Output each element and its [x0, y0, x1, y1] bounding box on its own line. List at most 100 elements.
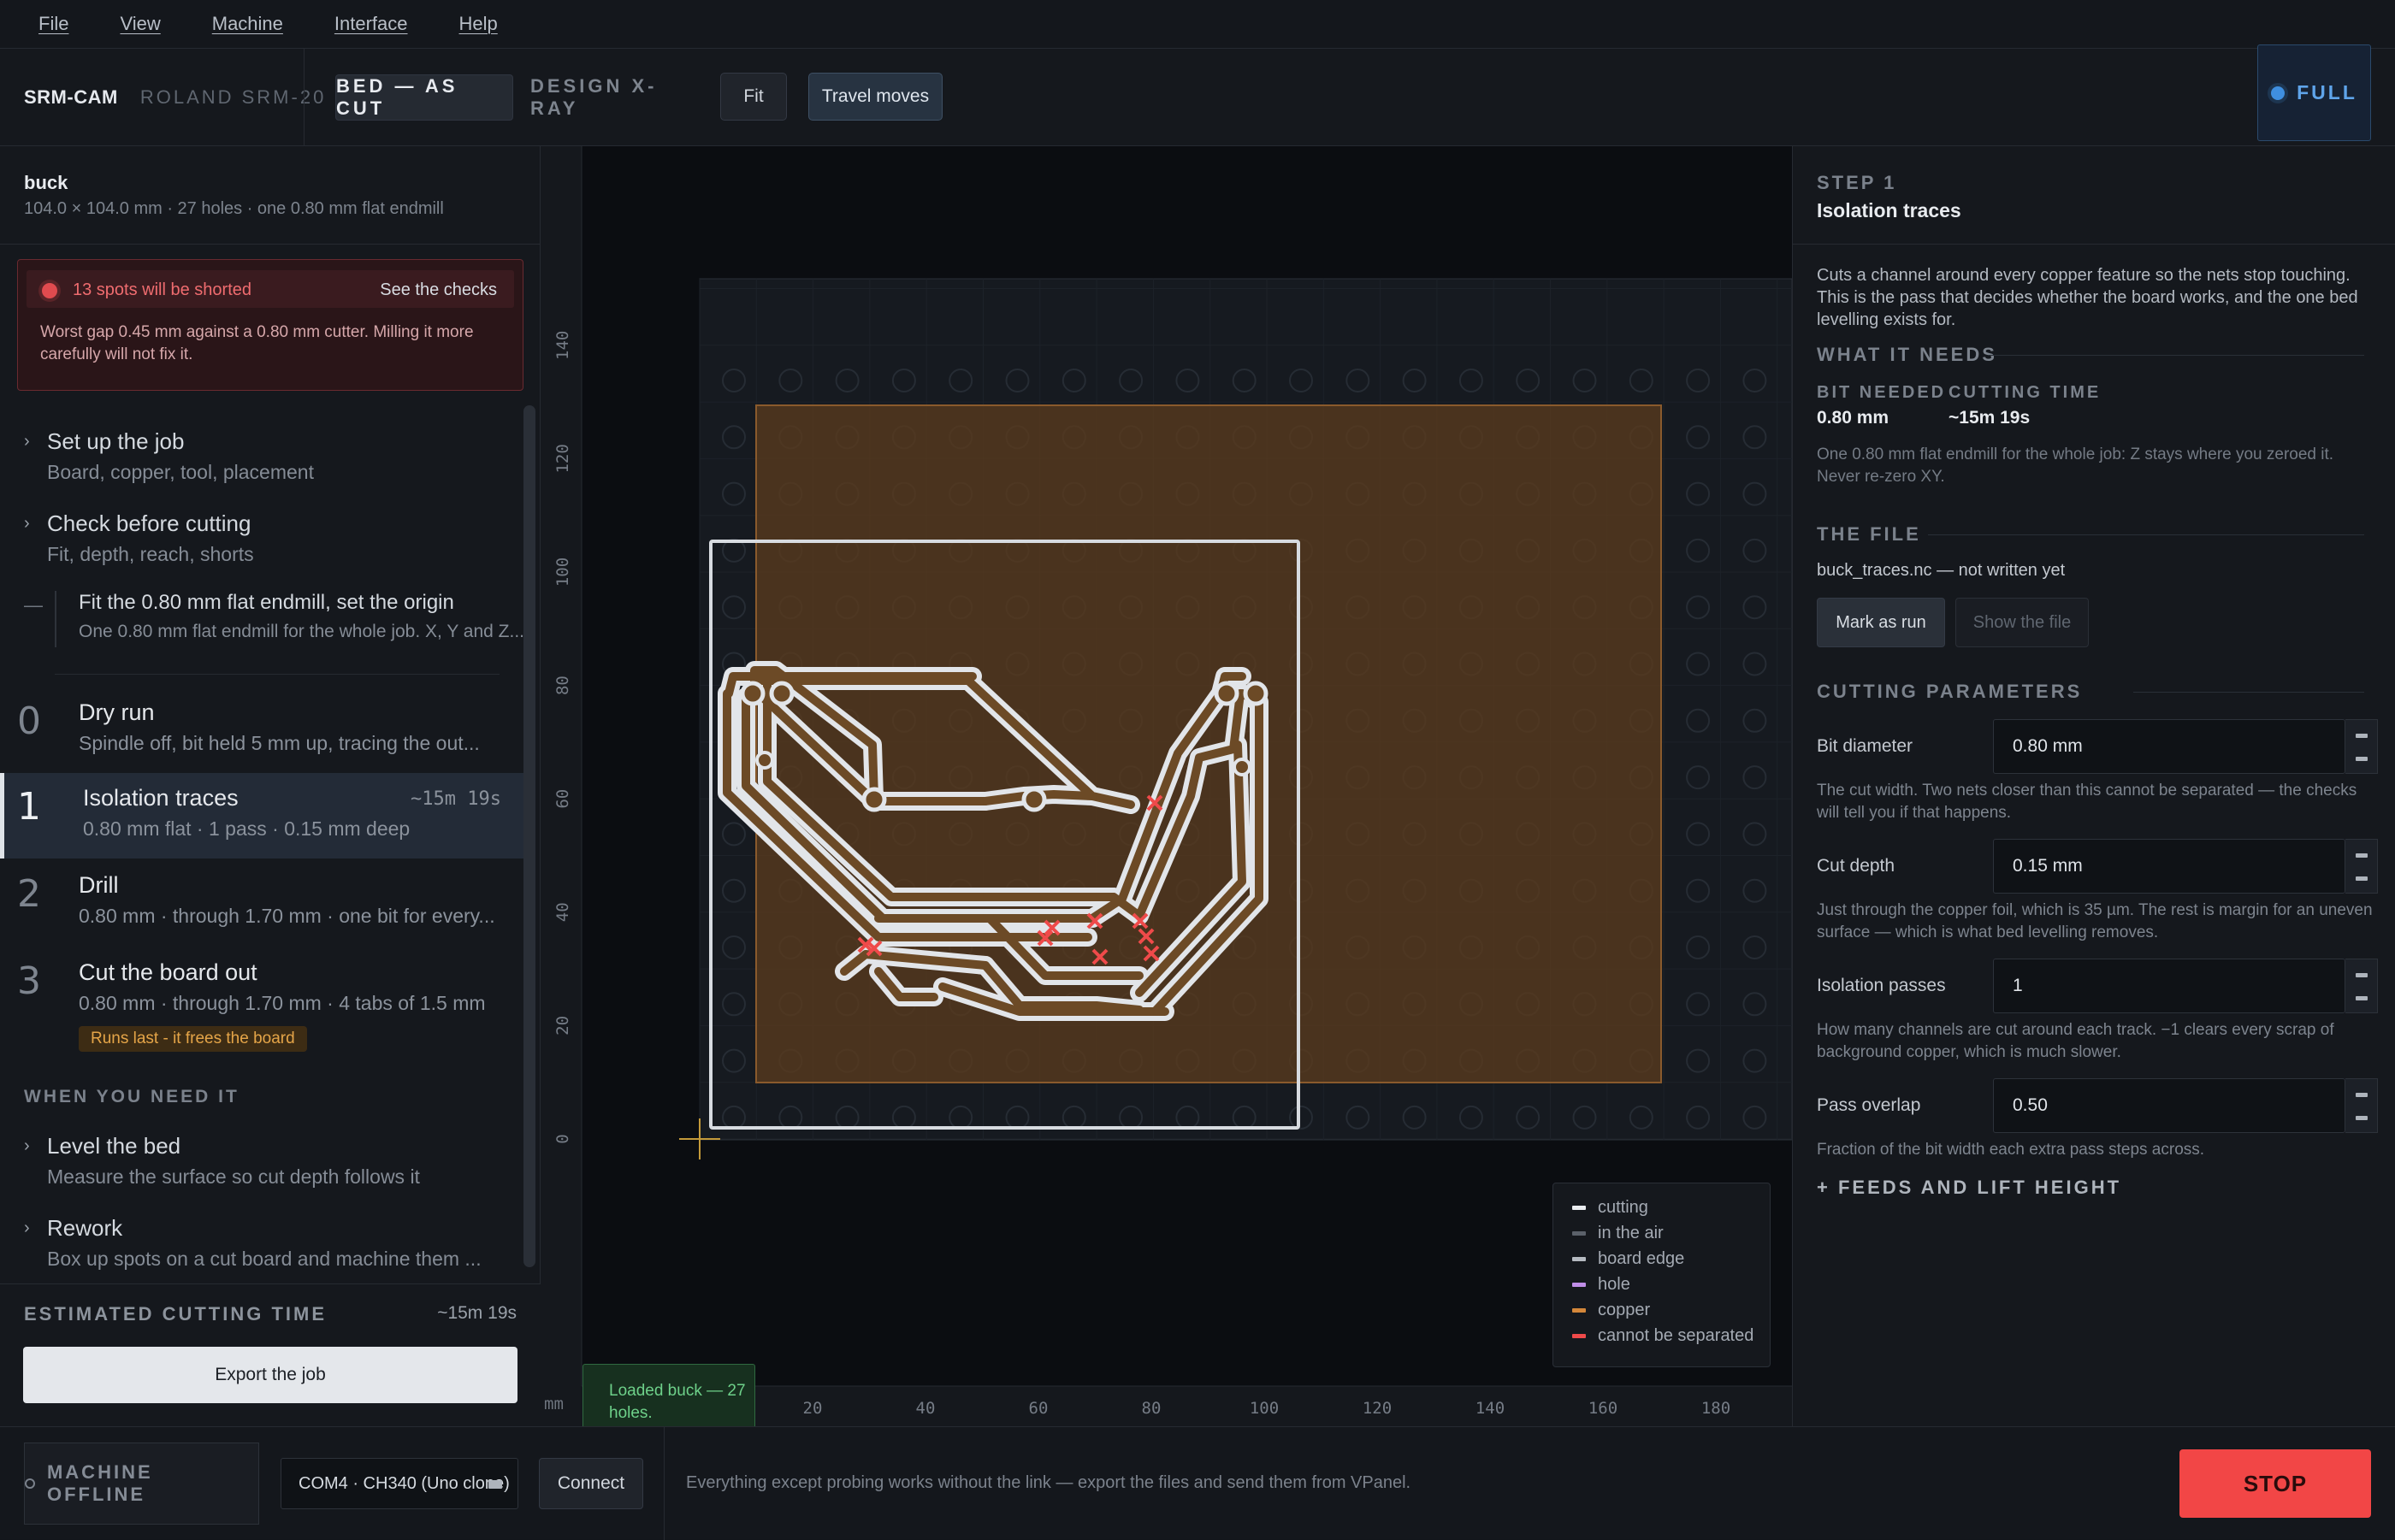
brand: SRM-CAM ROLAND SRM-20 — [24, 49, 326, 146]
legend-swatch — [1572, 1308, 1586, 1313]
y-tick-label: 0 — [553, 1134, 572, 1143]
menu-interface[interactable]: Interface — [334, 13, 408, 35]
feeds-expander[interactable]: + FEEDS AND LIFT HEIGHT — [1817, 1177, 2121, 1199]
param-note: How many channels are cut around each tr… — [1817, 1021, 2334, 1061]
step-sub: 0.80 mm · through 1.70 mm · one bit for … — [79, 905, 495, 927]
chevron-right-icon: › — [24, 1218, 30, 1237]
legend-swatch — [1572, 1283, 1586, 1287]
y-tick-label: 100 — [553, 558, 572, 587]
bit-needed-value: 0.80 mm — [1817, 408, 1889, 428]
job-sidebar: buck 104.0 × 104.0 mm · 27 holes · one 0… — [0, 146, 541, 1426]
machine-status-label: MACHINE OFFLINE — [46, 1461, 153, 1505]
legend-item: copper — [1572, 1301, 1650, 1320]
travel-moves-toggle[interactable]: Travel moves — [808, 73, 943, 121]
menu-view[interactable]: View — [120, 13, 160, 35]
step-drill[interactable]: 2 Drill 0.80 mm · through 1.70 mm · one … — [0, 860, 523, 946]
cut-depth-stepper[interactable] — [2345, 839, 2378, 894]
isolation-passes-stepper[interactable] — [2345, 959, 2378, 1013]
legend-swatch — [1572, 1231, 1586, 1236]
bit-diameter-input[interactable]: 0.80 mm — [1993, 719, 2345, 774]
step-title: Drill — [79, 872, 119, 898]
show-file-button[interactable]: Show the file — [1955, 598, 2089, 647]
cut-depth-input[interactable]: 0.15 mm — [1993, 839, 2345, 894]
see-checks-link[interactable]: See the checks — [380, 280, 497, 300]
y-tick-label: 40 — [553, 902, 572, 922]
status-bar: MACHINE OFFLINE COM4 · CH340 (Uno clone)… — [0, 1426, 2395, 1540]
step-details-panel: STEP 1 Isolation traces Cuts a channel a… — [1792, 146, 2395, 1426]
legend-item: cannot be separated — [1572, 1326, 1753, 1346]
param-label: Cut depth — [1817, 856, 1895, 876]
x-tick-label: 20 — [803, 1399, 823, 1418]
dropdown-icon — [488, 1480, 502, 1489]
tab-design-xray[interactable]: DESIGN X-RAY — [530, 74, 684, 121]
toolbar-divider — [304, 49, 305, 146]
legend-swatch — [1572, 1334, 1586, 1338]
y-tick-label: 80 — [553, 676, 572, 695]
status-dot-icon — [25, 1478, 35, 1489]
group-sub: Fit, depth, reach, shorts — [47, 543, 254, 565]
menu-help[interactable]: Help — [459, 13, 498, 35]
substep-title: Fit the 0.80 mm flat endmill, set the or… — [79, 591, 454, 614]
param-label: Pass overlap — [1817, 1095, 1921, 1115]
x-tick-label: 160 — [1588, 1399, 1617, 1418]
full-view-button[interactable]: FULL — [2257, 44, 2371, 141]
alert-body: Worst gap 0.45 mm against a 0.80 mm cutt… — [40, 323, 474, 363]
stop-button[interactable]: STOP — [2179, 1449, 2371, 1518]
y-tick-label: 120 — [553, 444, 572, 473]
connect-button[interactable]: Connect — [539, 1458, 643, 1509]
legend-label: copper — [1598, 1301, 1651, 1319]
estimate-value: ~15m 19s — [437, 1303, 517, 1323]
step-title: Dry run — [79, 699, 155, 725]
cutting-time-value: ~15m 19s — [1949, 408, 2031, 428]
y-tick-label: 60 — [553, 789, 572, 809]
param-label: Bit diameter — [1817, 736, 1913, 756]
chevron-right-icon: › — [24, 1136, 30, 1155]
step-number: 0 — [17, 699, 41, 743]
machine-status: MACHINE OFFLINE — [24, 1443, 259, 1525]
menu-bar: File View Machine Interface Help — [0, 0, 2395, 49]
status-divider — [664, 1427, 665, 1540]
divider — [55, 674, 500, 675]
menu-file[interactable]: File — [38, 13, 68, 35]
substep-sub: One 0.80 mm flat endmill for the whole j… — [79, 622, 524, 641]
heading-rule — [1928, 534, 2364, 535]
step-sub: 0.80 mm · through 1.70 mm · 4 tabs of 1.… — [79, 992, 486, 1014]
estimate-label: ESTIMATED CUTTING TIME — [24, 1303, 328, 1325]
heading-rule — [2133, 692, 2364, 693]
tab-bed-as-cut[interactable]: BED — AS CUT — [335, 74, 513, 121]
step-title: Cut the board out — [79, 959, 257, 985]
step-dry-run[interactable]: 0 Dry run Spindle off, bit held 5 mm up,… — [0, 687, 523, 773]
step-number: 1 — [17, 785, 41, 829]
pass-overlap-stepper[interactable] — [2345, 1078, 2378, 1133]
y-tick-label: 20 — [553, 1016, 572, 1036]
step-isolation-traces[interactable]: 1 Isolation traces 0.80 mm flat · 1 pass… — [0, 773, 523, 859]
export-job-button[interactable]: Export the job — [23, 1347, 517, 1403]
isolation-passes-input[interactable]: 1 — [1993, 959, 2345, 1013]
sidebar-scrollbar[interactable] — [523, 405, 535, 1267]
status-message: Everything except probing works without … — [686, 1473, 1411, 1492]
group-title: Level the bed — [47, 1133, 181, 1159]
mark-as-run-button[interactable]: Mark as run — [1817, 598, 1945, 647]
legend-label: hole — [1598, 1275, 1630, 1294]
step-cut-out[interactable]: 3 Cut the board out 0.80 mm · through 1.… — [0, 947, 523, 1059]
machine-name: ROLAND SRM-20 — [139, 86, 327, 108]
group-sub: Box up spots on a cut board and machine … — [47, 1248, 482, 1270]
legend-swatch — [1572, 1257, 1586, 1261]
legend-item: cutting — [1572, 1198, 1648, 1218]
toolbar: SRM-CAM ROLAND SRM-20 BED — AS CUT DESIG… — [0, 49, 2395, 146]
bit-diameter-stepper[interactable] — [2345, 719, 2378, 774]
x-tick-label: 40 — [916, 1399, 936, 1418]
pass-overlap-input[interactable]: 0.50 — [1993, 1078, 2345, 1133]
x-tick-label: 60 — [1029, 1399, 1049, 1418]
alert-title: 13 spots will be shorted — [73, 280, 252, 299]
legend-label: cannot be separated — [1598, 1326, 1754, 1345]
chevron-right-icon: › — [24, 514, 30, 533]
heading-text: CUTTING PARAMETERS — [1817, 681, 2083, 702]
step-description: Cuts a channel around every copper featu… — [1817, 266, 2358, 329]
params-heading: CUTTING PARAMETERS — [1817, 681, 2364, 703]
menu-machine[interactable]: Machine — [212, 13, 283, 35]
port-select[interactable]: COM4 · CH340 (Uno clone) — [281, 1458, 518, 1509]
x-tick-label: 100 — [1250, 1399, 1279, 1418]
fit-button[interactable]: Fit — [720, 73, 787, 121]
heading-text: WHAT IT NEEDS — [1817, 344, 1997, 365]
